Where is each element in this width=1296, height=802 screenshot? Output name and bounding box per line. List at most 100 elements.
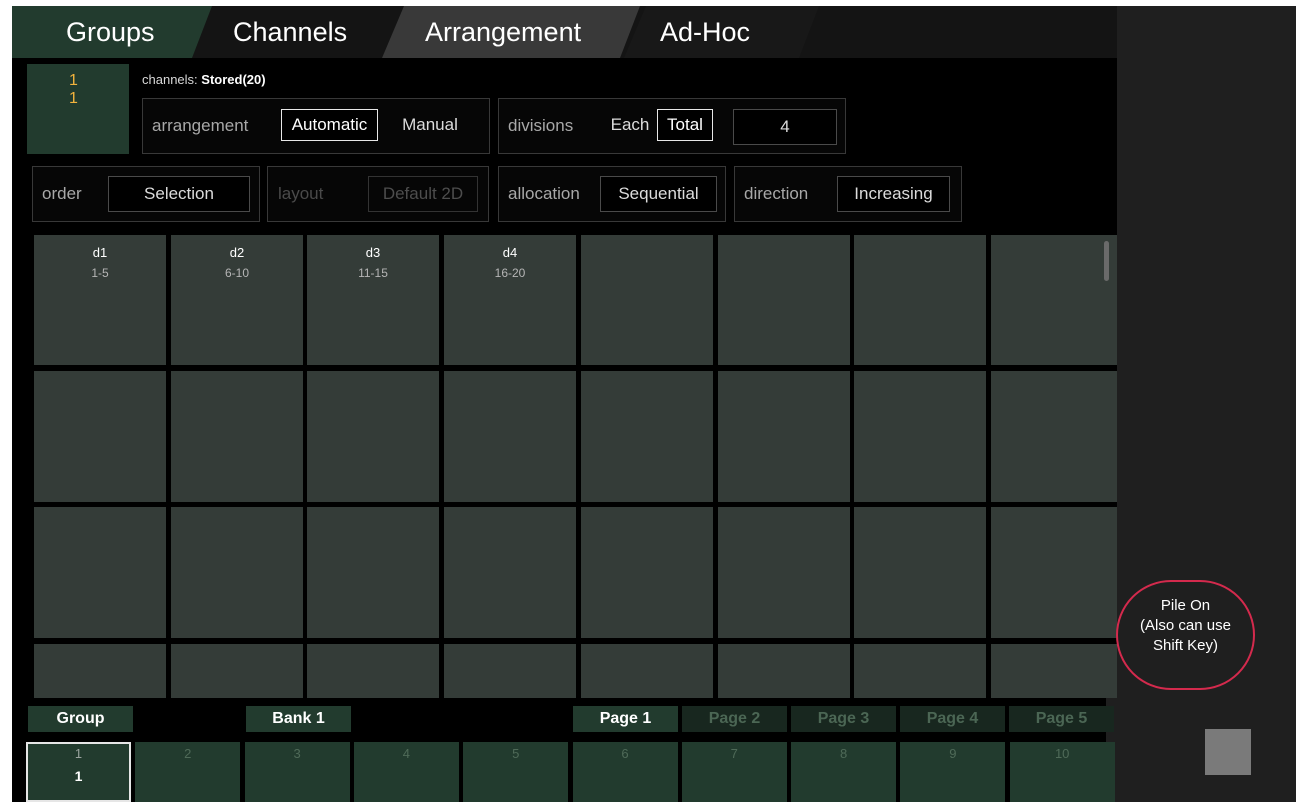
grid-cell[interactable] bbox=[444, 644, 576, 698]
group-slot[interactable]: 10 bbox=[1009, 742, 1115, 802]
grid-cell[interactable] bbox=[991, 644, 1123, 698]
grid-cell[interactable] bbox=[581, 371, 713, 502]
main-panel: Groups Channels Arrangement Ad-Hoc 1 1 c… bbox=[12, 6, 1123, 698]
group-slot[interactable]: 5 bbox=[463, 742, 569, 802]
group-label[interactable]: Group bbox=[28, 706, 133, 732]
tab-bar: Groups Channels Arrangement Ad-Hoc bbox=[12, 6, 1117, 58]
page-button-5[interactable]: Page 5 bbox=[1009, 706, 1114, 732]
group-slot[interactable]: 4 bbox=[353, 742, 459, 802]
group-slot-number: 7 bbox=[730, 746, 738, 761]
tab-adhoc-label: Ad-Hoc bbox=[660, 17, 751, 47]
selection-line1: 1 bbox=[69, 72, 78, 89]
group-slot-number: 8 bbox=[839, 746, 848, 761]
division-range: 6-10 bbox=[224, 266, 250, 280]
channels-info: channels: Stored(20) bbox=[142, 72, 266, 87]
divisions-group: divisions Each Total 4 bbox=[498, 98, 846, 154]
grid-cell[interactable] bbox=[991, 371, 1123, 502]
grid-cell[interactable]: d3 11-15 bbox=[307, 235, 439, 365]
division-range: 11-15 bbox=[358, 266, 388, 280]
grid-cell[interactable] bbox=[854, 644, 986, 698]
grid-cell[interactable] bbox=[718, 644, 850, 698]
arrangement-group: arrangement Automatic Manual bbox=[142, 98, 490, 154]
layout-select: Default 2D bbox=[368, 176, 478, 212]
grid-cell[interactable] bbox=[581, 235, 713, 365]
page-button-4[interactable]: Page 4 bbox=[900, 706, 1005, 732]
tab-channels-label: Channels bbox=[233, 17, 348, 47]
tab-arrangement[interactable]: Arrangement bbox=[382, 6, 642, 58]
grid-cell[interactable] bbox=[34, 644, 166, 698]
group-slot-number: 4 bbox=[402, 746, 410, 761]
grid-cell[interactable] bbox=[991, 507, 1123, 638]
grid-scrollbar[interactable] bbox=[1104, 241, 1109, 281]
grid-cell[interactable] bbox=[854, 235, 986, 365]
selection-box[interactable]: 1 1 bbox=[27, 64, 129, 154]
app-window: Groups Channels Arrangement Ad-Hoc 1 1 c… bbox=[12, 6, 1296, 802]
grid-cell[interactable] bbox=[307, 507, 439, 638]
tab-groups[interactable]: Groups bbox=[12, 6, 212, 58]
group-slot[interactable]: 3 bbox=[244, 742, 350, 802]
group-slot[interactable]: 6 bbox=[572, 742, 678, 802]
grid-cell[interactable] bbox=[171, 507, 303, 638]
arrangement-manual-button[interactable]: Manual bbox=[381, 109, 479, 141]
allocation-group: allocation Sequential bbox=[498, 166, 726, 222]
grid-cell[interactable] bbox=[581, 507, 713, 638]
group-slot[interactable]: 11 bbox=[26, 742, 131, 802]
tab-groups-label: Groups bbox=[66, 17, 155, 47]
grid-cell[interactable] bbox=[718, 507, 850, 638]
page-button-2[interactable]: Page 2 bbox=[682, 706, 787, 732]
tab-adhoc[interactable]: Ad-Hoc bbox=[624, 6, 824, 58]
arrangement-automatic-button[interactable]: Automatic bbox=[281, 109, 378, 141]
tab-channels[interactable]: Channels bbox=[208, 6, 408, 58]
page-button-3[interactable]: Page 3 bbox=[791, 706, 896, 732]
group-slot[interactable]: 7 bbox=[681, 742, 787, 802]
grid-cell[interactable] bbox=[34, 507, 166, 638]
division-name: d2 bbox=[229, 245, 245, 260]
page-button-1[interactable]: Page 1 bbox=[573, 706, 678, 732]
order-select[interactable]: Selection bbox=[108, 176, 250, 212]
group-slot[interactable]: 8 bbox=[791, 742, 897, 802]
group-slot-number: 1 bbox=[74, 746, 83, 761]
grid-cell[interactable] bbox=[307, 371, 439, 502]
grid-cell[interactable] bbox=[581, 644, 713, 698]
grid-cell[interactable]: d2 6-10 bbox=[171, 235, 303, 365]
grid-cell[interactable]: d1 1-5 bbox=[34, 235, 166, 365]
group-slot-number: 6 bbox=[621, 746, 629, 761]
channels-info-value: Stored(20) bbox=[201, 72, 266, 87]
selection-line2: 1 bbox=[69, 90, 78, 107]
tab-arrangement-label: Arrangement bbox=[425, 17, 582, 47]
grid-cell[interactable]: d4 16-20 bbox=[444, 235, 576, 365]
divisions-total-button[interactable]: Total bbox=[657, 109, 713, 141]
grid-cell[interactable] bbox=[171, 644, 303, 698]
grid-cell[interactable] bbox=[854, 507, 986, 638]
divisions-each-button[interactable]: Each bbox=[603, 109, 657, 141]
group-slot-number: 2 bbox=[184, 746, 192, 761]
division-name: d3 bbox=[365, 245, 381, 260]
divisions-label: divisions bbox=[508, 116, 574, 135]
grid-cell[interactable] bbox=[444, 507, 576, 638]
grid-cell[interactable] bbox=[718, 235, 850, 365]
direction-label: direction bbox=[744, 184, 809, 203]
allocation-select[interactable]: Sequential bbox=[600, 176, 717, 212]
direction-select[interactable]: Increasing bbox=[837, 176, 950, 212]
grid-cell[interactable] bbox=[34, 371, 166, 502]
grid-cell[interactable] bbox=[854, 371, 986, 502]
layout-label: layout bbox=[278, 184, 324, 203]
divisions-value-field[interactable]: 4 bbox=[733, 109, 837, 145]
grid-cell[interactable] bbox=[171, 371, 303, 502]
allocation-label: allocation bbox=[508, 184, 580, 203]
pile-on-line1: Pile On bbox=[1160, 597, 1211, 614]
group-slot-value: 1 bbox=[74, 768, 83, 784]
group-slot-number: 5 bbox=[512, 746, 520, 761]
direction-group: direction Increasing bbox=[734, 166, 962, 222]
group-slot[interactable]: 2 bbox=[135, 742, 241, 802]
gray-square-button[interactable] bbox=[1205, 729, 1251, 775]
bank-label[interactable]: Bank 1 bbox=[246, 706, 351, 732]
grid-cell[interactable] bbox=[718, 371, 850, 502]
grid-cell[interactable] bbox=[307, 644, 439, 698]
group-slot-number: 10 bbox=[1054, 746, 1070, 761]
pile-on-line3: Shift Key) bbox=[1152, 637, 1219, 654]
grid-cell[interactable] bbox=[444, 371, 576, 502]
pile-on-line2: (Also can use bbox=[1140, 617, 1231, 634]
group-slot[interactable]: 9 bbox=[900, 742, 1006, 802]
division-name: d1 bbox=[92, 245, 108, 260]
